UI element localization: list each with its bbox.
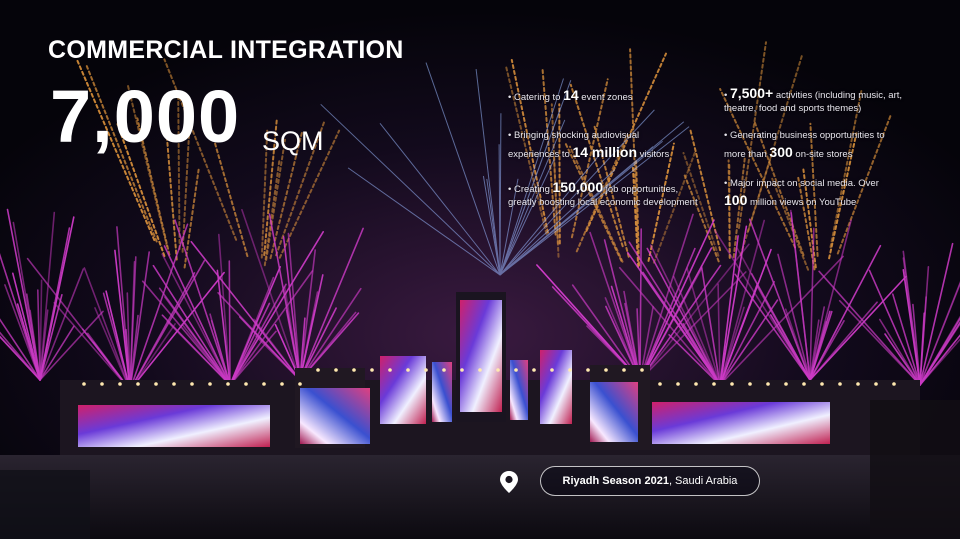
area-value: 7,000 xyxy=(50,75,241,158)
stat-social-media: • Major impact on social media. Over 100… xyxy=(724,178,879,208)
stat-jobs: • Creating 150,000 job opportunities, gr… xyxy=(508,179,698,208)
location-label: Riyadh Season 2021, Saudi Arabia xyxy=(540,466,760,496)
stat-stores: • Generating business opportunities to m… xyxy=(724,130,885,160)
stat-visitors: • Bringing shocking audiovisual experien… xyxy=(508,130,670,160)
stat-event-zones: • Catering to 14 event zones xyxy=(508,87,633,103)
location-pin-icon xyxy=(500,471,518,493)
slide-title: COMMERCIAL INTEGRATION xyxy=(48,36,404,64)
stat-activities: • 7,500+ activities (including music, ar… xyxy=(724,85,903,114)
area-unit: SQM xyxy=(262,126,324,156)
